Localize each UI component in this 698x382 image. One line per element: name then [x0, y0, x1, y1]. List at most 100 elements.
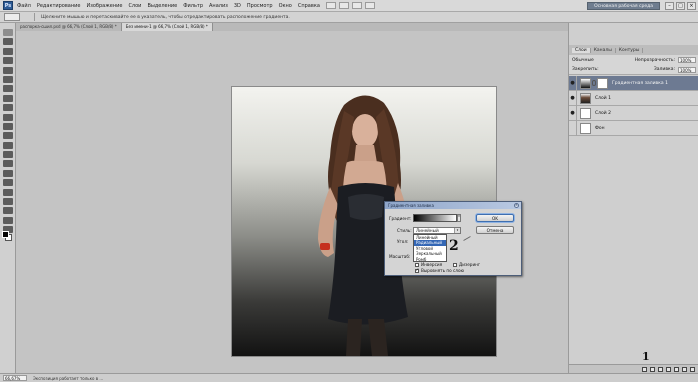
dialog-titlebar: Градиентная заливка ×	[385, 202, 521, 209]
dialog-close-icon[interactable]: ×	[514, 203, 519, 208]
quick-select-tool-icon[interactable]	[2, 57, 13, 65]
dither-checkbox[interactable]	[453, 263, 457, 267]
opacity-input[interactable]: 100%	[678, 57, 696, 63]
style-label: Стиль:	[397, 228, 412, 233]
layer-thumbnail	[580, 92, 591, 104]
menu-filter[interactable]: Фильтр	[183, 3, 203, 9]
tool-preset-picker[interactable]	[4, 13, 20, 21]
pen-tool-icon[interactable]	[2, 160, 13, 168]
lasso-tool-icon[interactable]	[2, 47, 13, 55]
bridge-button[interactable]	[325, 2, 336, 9]
lock-label: Закрепить:	[572, 67, 599, 72]
menu-window[interactable]: Окно	[279, 3, 292, 9]
adjustment-layer-icon[interactable]	[666, 366, 671, 372]
blend-mode-select[interactable]: Обычные	[572, 58, 594, 63]
3d-orbit-tool-icon[interactable]	[2, 207, 13, 215]
tab-paths[interactable]: Контуры	[616, 47, 644, 53]
gradient-label: Градиент:	[389, 216, 412, 221]
layer-style-icon[interactable]	[650, 366, 655, 372]
layer-row-layer-1[interactable]: ● Слой 1	[569, 90, 698, 106]
dither-label: Дизеринг	[459, 262, 481, 267]
ok-button[interactable]: OK	[476, 214, 514, 222]
layer-row-gradient-fill[interactable]: ● Градиентная заливка 1	[569, 75, 698, 91]
menu-help[interactable]: Справка	[298, 3, 320, 9]
type-tool-icon[interactable]	[2, 169, 13, 177]
menu-3d[interactable]: 3D	[234, 3, 241, 9]
minimize-icon[interactable]: –	[665, 2, 674, 10]
maximize-icon[interactable]: □	[676, 2, 685, 10]
zoom-level-field[interactable]: 66,67%	[3, 375, 27, 381]
3d-rotate-tool-icon[interactable]	[2, 198, 13, 206]
chevron-down-icon: ▾	[454, 228, 460, 233]
step-1-annotation: 1	[642, 350, 650, 363]
zoom-level-button[interactable]	[351, 2, 362, 9]
style-select[interactable]: Линейный ▾	[413, 227, 461, 234]
style-select-value: Линейный	[416, 228, 439, 233]
menu-view[interactable]: Просмотр	[247, 3, 273, 9]
layer-row-layer-2[interactable]: ● Слой 2	[569, 105, 698, 121]
marquee-tool-icon[interactable]	[2, 38, 13, 46]
align-with-layer-label: Выровнять по слою	[421, 268, 465, 273]
layer-row-background[interactable]: Фон	[569, 120, 698, 136]
hand-tool-icon[interactable]	[2, 216, 13, 224]
new-layer-icon[interactable]	[682, 366, 687, 372]
tab-channels[interactable]: Каналы	[591, 47, 616, 53]
dodge-tool-icon[interactable]	[2, 151, 13, 159]
menu-select[interactable]: Выделение	[147, 3, 177, 9]
path-select-tool-icon[interactable]	[2, 179, 13, 187]
menu-edit[interactable]: Редактирование	[37, 3, 81, 9]
add-mask-icon[interactable]	[658, 366, 663, 372]
workspace-switcher-button[interactable]: Основная рабочая среда	[587, 2, 660, 10]
eye-icon[interactable]: ●	[569, 90, 577, 106]
new-group-icon[interactable]	[674, 366, 679, 372]
link-layers-icon[interactable]	[642, 366, 647, 372]
eye-icon[interactable]: ●	[569, 75, 577, 91]
menu-layers[interactable]: Слои	[128, 3, 141, 9]
scale-label: Масштаб:	[389, 254, 411, 259]
eyedropper-tool-icon[interactable]	[2, 75, 13, 83]
align-with-layer-checkbox[interactable]	[415, 268, 419, 273]
history-brush-tool-icon[interactable]	[2, 113, 13, 121]
tab-document-1[interactable]: распорка-сшил.psd @ 66,7% (Слой 1, RGB/8…	[16, 23, 122, 31]
eraser-tool-icon[interactable]	[2, 122, 13, 130]
layer-thumbnail	[580, 122, 591, 134]
gradient-preview-picker[interactable]	[413, 214, 457, 222]
shape-tool-icon[interactable]	[2, 188, 13, 196]
menu-image[interactable]: Изображение	[86, 3, 122, 9]
fill-label: Заливка:	[653, 67, 675, 72]
tab-layers[interactable]: Слои	[572, 47, 591, 53]
options-separator	[34, 13, 35, 21]
blur-tool-icon[interactable]	[2, 141, 13, 149]
layers-panel-tabs: Слои Каналы Контуры	[569, 45, 698, 55]
layer-name: Слой 1	[595, 95, 611, 101]
close-icon[interactable]: ×	[687, 2, 696, 10]
reverse-checkbox[interactable]	[415, 263, 419, 267]
blend-opacity-row: Обычные Непрозрачность: 100%	[569, 55, 698, 65]
foreground-color-swatch[interactable]	[2, 231, 9, 238]
style-option-radial[interactable]: Радиальный	[414, 240, 446, 246]
brush-tool-icon[interactable]	[2, 94, 13, 102]
menu-analysis[interactable]: Анализ	[209, 3, 228, 9]
clone-stamp-tool-icon[interactable]	[2, 104, 13, 112]
step-2-annotation: 2	[449, 238, 459, 254]
fill-input[interactable]: 100%	[678, 66, 696, 73]
cancel-button[interactable]: Отмена	[476, 226, 514, 234]
angle-dial-icon[interactable]	[463, 236, 471, 241]
arrange-documents-button[interactable]	[364, 2, 375, 9]
minibridge-button[interactable]	[338, 2, 349, 9]
trash-icon[interactable]	[690, 366, 695, 372]
layer-name: Фон	[595, 125, 605, 131]
gradient-dropdown-arrow-icon[interactable]: ▾	[457, 214, 461, 222]
eye-icon[interactable]	[569, 120, 577, 136]
photoshop-logo: Ps	[3, 1, 13, 10]
crop-tool-icon[interactable]	[2, 66, 13, 74]
menu-file[interactable]: Файл	[17, 3, 31, 9]
layer-name: Градиентная заливка 1	[612, 80, 668, 86]
angle-label: Угол:	[397, 239, 409, 244]
move-tool-icon[interactable]	[2, 29, 13, 36]
eye-icon[interactable]: ●	[569, 105, 577, 121]
tab-document-2[interactable]: Без имени-1 @ 66,7% (Слой 1, RGB/8) *	[121, 23, 213, 31]
healing-brush-tool-icon[interactable]	[2, 85, 13, 93]
gradient-tool-icon[interactable]	[2, 132, 13, 140]
style-option-reflected[interactable]: Зеркальный	[414, 251, 446, 256]
